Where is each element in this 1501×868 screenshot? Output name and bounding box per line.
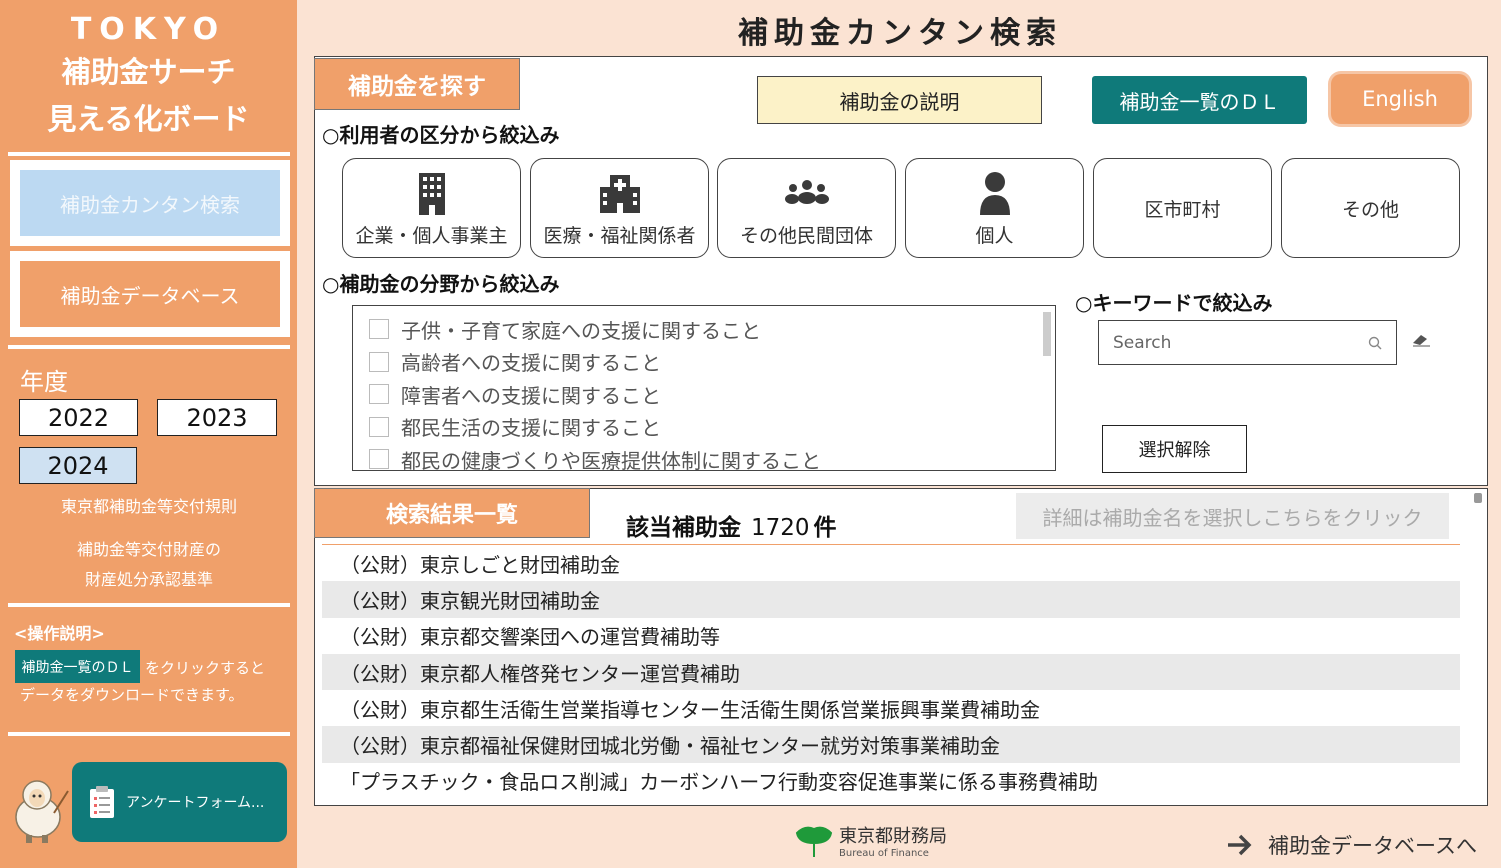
ops-title: <操作説明> <box>14 624 105 643</box>
ops-text: データをダウンロードできます。 <box>20 686 244 704</box>
divider <box>8 152 290 156</box>
year-button-2023[interactable]: 2023 <box>157 399 277 436</box>
brand-line2: 補助金サーチ <box>61 55 236 89</box>
result-row[interactable]: （公財）東京都人権啓発センター運営費補助 <box>322 653 1460 691</box>
field-label: 障害者への支援に関すること <box>401 383 661 408</box>
category-label: 個人 <box>975 224 1014 247</box>
result-count: 該当補助金 1720 件 <box>626 508 837 542</box>
search-icon[interactable] <box>1368 336 1382 350</box>
rules-link[interactable]: 東京都補助金等交付規則 <box>4 492 294 522</box>
result-count-label: 該当補助金 <box>626 515 741 541</box>
category-label: その他民間団体 <box>739 224 873 247</box>
explain-button[interactable]: 補助金の説明 <box>757 76 1042 124</box>
brand-title: TOKYO 補助金サーチ 見える化ボード <box>0 10 297 144</box>
field-label: 子供・子育て家庭への支援に関すること <box>401 318 761 343</box>
category-label: 区市町村 <box>1144 198 1221 221</box>
building-icon <box>417 169 447 217</box>
download-list-button[interactable]: 補助金一覧のＤＬ <box>1092 76 1307 124</box>
results-tag: 検索結果一覧 <box>314 488 590 538</box>
search-placeholder: Search <box>1113 332 1172 353</box>
field-section-label: ○補助金の分野から絞込み <box>322 272 560 296</box>
sheep-mascot-icon <box>15 780 69 843</box>
ops-text: をクリックすると <box>145 659 266 677</box>
field-item[interactable]: 都民の健康づくりや医療提供体制に関すること <box>353 443 1055 471</box>
ops-download-badge: 補助金一覧のＤＬ <box>15 650 140 683</box>
field-list[interactable]: 子供・子育て家庭への支援に関すること 高齢者への支援に関すること 障害者への支援… <box>352 305 1056 471</box>
clear-selection-button[interactable]: 選択解除 <box>1102 425 1247 473</box>
year-button-2022[interactable]: 2022 <box>19 399 138 436</box>
category-other-button[interactable]: その他 <box>1281 158 1460 258</box>
result-row[interactable]: 「プラスチック・食品ロス削減」カーボンハーフ行動変容促進事業に係る事務費補助 <box>322 763 1460 799</box>
checkbox[interactable] <box>369 319 389 340</box>
result-row[interactable]: （公財）東京都福祉保健財団城北労働・福祉センター就労対策事業補助金 <box>322 726 1460 763</box>
person-icon <box>979 169 1011 217</box>
disposal-standard-link-line2[interactable]: 財産処分承認基準 <box>4 565 294 595</box>
result-row[interactable]: （公財）東京観光財団補助金 <box>322 581 1460 618</box>
field-label: 都民の健康づくりや医療提供体制に関すること <box>401 448 821 471</box>
category-label: 企業・個人事業主 <box>355 224 508 247</box>
nav-search-button[interactable]: 補助金カンタン検索 <box>20 170 280 236</box>
divider <box>8 732 290 736</box>
nav-search-frame: 補助金カンタン検索 <box>10 160 290 246</box>
keyword-section-label: ○キーワードで絞込み <box>1075 291 1273 315</box>
category-individual-button[interactable]: 個人 <box>905 158 1084 258</box>
divider <box>8 603 290 607</box>
year-label: 年度 <box>20 368 68 396</box>
year-button-2024[interactable]: 2024 <box>19 447 137 484</box>
bureau-name-jp: 東京都財務局 <box>839 826 947 847</box>
checkbox[interactable] <box>369 449 389 470</box>
field-list-scrollbar[interactable] <box>1043 312 1051 356</box>
nav-database-frame: 補助金データベース <box>10 251 290 337</box>
database-link[interactable]: 補助金データベースへ <box>1226 830 1477 860</box>
results-list[interactable]: （公財）東京しごと財団補助金 （公財）東京観光財団補助金 （公財）東京都交響楽団… <box>322 545 1460 799</box>
search-tag: 補助金を探す <box>314 58 520 110</box>
english-button[interactable]: English <box>1331 74 1469 124</box>
result-row[interactable]: （公財）東京都交響楽団への運営費補助等 <box>322 618 1460 654</box>
field-item[interactable]: 子供・子育て家庭への支援に関すること <box>353 313 1055 346</box>
checkbox[interactable] <box>369 351 389 372</box>
checkbox[interactable] <box>369 416 389 437</box>
bureau-logo: 東京都財務局 Bureau of Finance <box>795 822 947 859</box>
bureau-name-en: Bureau of Finance <box>839 848 929 859</box>
category-medical-welfare-button[interactable]: 医療・福祉関係者 <box>530 158 709 258</box>
category-label: その他 <box>1341 198 1399 221</box>
survey-form-label: アンケートフォーム... <box>126 795 265 811</box>
arrow-right-icon <box>1228 834 1252 856</box>
checkbox[interactable] <box>369 384 389 405</box>
category-private-group-button[interactable]: その他民間団体 <box>717 158 896 258</box>
brand-line1: TOKYO <box>70 12 227 47</box>
result-count-number: 1720 <box>751 515 810 541</box>
result-count-unit: 件 <box>813 515 837 541</box>
database-link-label: 補助金データベースへ <box>1268 834 1477 858</box>
field-label: 高齢者への支援に関すること <box>401 351 661 376</box>
results-scrollbar[interactable] <box>1474 493 1482 503</box>
nav-database-button[interactable]: 補助金データベース <box>20 261 280 327</box>
field-item[interactable]: 障害者への支援に関すること <box>353 378 1055 411</box>
group-icon <box>784 169 830 217</box>
divider <box>8 345 290 349</box>
brand-line3: 見える化ボード <box>47 102 250 136</box>
category-business-button[interactable]: 企業・個人事業主 <box>342 158 521 258</box>
user-section-label: ○利用者の区分から絞込み <box>322 123 560 147</box>
result-row[interactable]: （公財）東京しごと財団補助金 <box>322 545 1460 581</box>
category-municipality-button[interactable]: 区市町村 <box>1093 158 1272 258</box>
field-label: 都民生活の支援に関すること <box>401 416 661 441</box>
disposal-standard-link-line1[interactable]: 補助金等交付財産の <box>4 535 294 565</box>
sidebar: TOKYO 補助金サーチ 見える化ボード 補助金カンタン検索 補助金データベース… <box>0 0 297 868</box>
clipboard-icon <box>90 786 114 818</box>
detail-hint-button[interactable]: 詳細は補助金名を選択しこちらをクリック <box>1016 493 1449 539</box>
eraser-icon[interactable] <box>1410 332 1432 348</box>
result-row[interactable]: （公財）東京都生活衛生営業指導センター生活衛生関係営業振興事業費補助金 <box>322 690 1460 726</box>
survey-form-button[interactable]: アンケートフォーム... <box>72 762 287 842</box>
keyword-search-input[interactable]: Search <box>1098 320 1397 365</box>
hospital-icon <box>598 169 642 217</box>
field-item[interactable]: 高齢者への支援に関すること <box>353 346 1055 379</box>
field-item[interactable]: 都民生活の支援に関すること <box>353 411 1055 444</box>
category-label: 医療・福祉関係者 <box>543 224 696 247</box>
page-title: 補助金カンタン検索 <box>738 16 1062 51</box>
ginkgo-logo-icon <box>795 826 833 857</box>
